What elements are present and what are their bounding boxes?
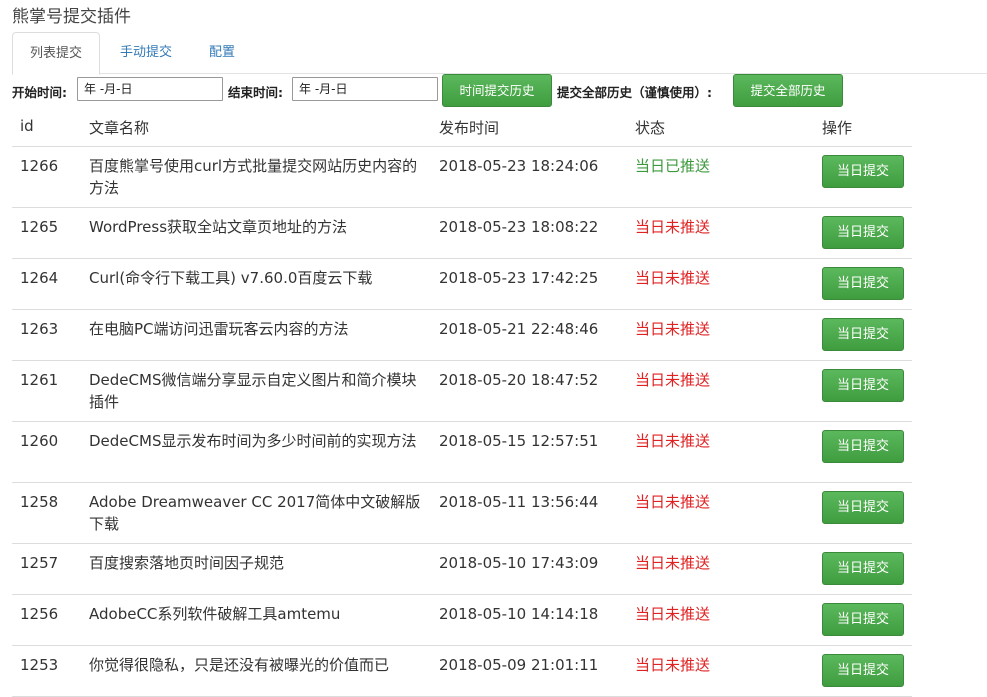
- row-title: 百度搜索落地页时间因子规范: [89, 554, 285, 572]
- submit-today-button[interactable]: 当日提交: [822, 430, 904, 463]
- page-title: 熊掌号提交插件: [12, 7, 131, 27]
- row-time: 2018-05-23 18:24:06: [439, 157, 599, 175]
- tab-list-submit[interactable]: 列表提交: [12, 32, 100, 75]
- row-title: AdobeCC系列软件破解工具amtemu: [89, 605, 341, 623]
- row-status: 当日未推送: [635, 269, 711, 287]
- submit-today-button[interactable]: 当日提交: [822, 369, 904, 402]
- header-status: 状态: [635, 119, 666, 137]
- table-row: 1265 WordPress获取全站文章页地址的方法 2018-05-23 18…: [12, 208, 912, 259]
- row-id: 1253: [20, 656, 59, 674]
- filter-bar: 开始时间: 年 -月-日 结束时间: 年 -月-日 时间提交历史 提交全部历史（…: [12, 73, 987, 109]
- row-status: 当日未推送: [635, 656, 711, 674]
- submit-today-button[interactable]: 当日提交: [822, 603, 904, 636]
- submit-today-button[interactable]: 当日提交: [822, 491, 904, 524]
- row-title: DedeCMS显示发布时间为多少时间前的实现方法: [89, 432, 417, 450]
- row-time: 2018-05-10 17:43:09: [439, 554, 599, 572]
- submit-today-button[interactable]: 当日提交: [822, 654, 904, 687]
- tab-manual-submit[interactable]: 手动提交: [106, 32, 186, 73]
- row-time: 2018-05-15 12:57:51: [439, 432, 599, 450]
- header-time: 发布时间: [439, 119, 500, 137]
- row-status: 当日未推送: [635, 493, 711, 511]
- submit-all-history-button[interactable]: 提交全部历史: [733, 74, 843, 107]
- tab-bar: 列表提交 手动提交 配置: [12, 32, 987, 75]
- header-title: 文章名称: [89, 119, 150, 137]
- time-submit-history-button[interactable]: 时间提交历史: [442, 74, 552, 107]
- row-time: 2018-05-10 14:14:18: [439, 605, 599, 623]
- row-time: 2018-05-09 21:01:11: [439, 656, 599, 674]
- submit-today-button[interactable]: 当日提交: [822, 318, 904, 351]
- row-title: WordPress获取全站文章页地址的方法: [89, 218, 348, 236]
- row-title: Curl(命令行下载工具) v7.60.0百度云下载: [89, 269, 373, 287]
- submit-today-button[interactable]: 当日提交: [822, 552, 904, 585]
- row-time: 2018-05-23 17:42:25: [439, 269, 599, 287]
- header-action: 操作: [822, 119, 853, 137]
- table-row: 1263 在电脑PC端访问迅雷玩客云内容的方法 2018-05-21 22:48…: [12, 310, 912, 361]
- row-id: 1261: [20, 371, 59, 389]
- row-id: 1266: [20, 157, 59, 175]
- submit-today-button[interactable]: 当日提交: [822, 216, 904, 249]
- row-time: 2018-05-20 18:47:52: [439, 371, 599, 389]
- row-id: 1257: [20, 554, 59, 572]
- row-status: 当日已推送: [635, 157, 711, 175]
- row-status: 当日未推送: [635, 320, 711, 338]
- row-id: 1265: [20, 218, 59, 236]
- header-id: id: [20, 117, 34, 135]
- row-id: 1264: [20, 269, 59, 287]
- submit-today-button[interactable]: 当日提交: [822, 267, 904, 300]
- table-row: 1256 AdobeCC系列软件破解工具amtemu 2018-05-10 14…: [12, 595, 912, 646]
- end-time-label: 结束时间:: [228, 85, 283, 100]
- row-status: 当日未推送: [635, 371, 711, 389]
- table-row: 1258 Adobe Dreamweaver CC 2017简体中文破解版下载 …: [12, 483, 912, 544]
- row-status: 当日未推送: [635, 218, 711, 236]
- table-row: 1260 DedeCMS显示发布时间为多少时间前的实现方法 2018-05-15…: [12, 422, 912, 483]
- row-title: 在电脑PC端访问迅雷玩客云内容的方法: [89, 320, 349, 338]
- row-time: 2018-05-21 22:48:46: [439, 320, 599, 338]
- table-row: 1264 Curl(命令行下载工具) v7.60.0百度云下载 2018-05-…: [12, 259, 912, 310]
- row-time: 2018-05-23 18:08:22: [439, 218, 599, 236]
- start-date-input[interactable]: 年 -月-日: [77, 77, 223, 101]
- end-date-input[interactable]: 年 -月-日: [292, 77, 438, 101]
- row-title: DedeCMS微信端分享显示自定义图片和简介模块插件: [89, 371, 417, 411]
- table-row: 1253 你觉得很隐私，只是还没有被曝光的价值而已 2018-05-09 21:…: [12, 646, 912, 697]
- table-row: 1261 DedeCMS微信端分享显示自定义图片和简介模块插件 2018-05-…: [12, 361, 912, 422]
- submit-today-button[interactable]: 当日提交: [822, 155, 904, 188]
- row-status: 当日未推送: [635, 432, 711, 450]
- tab-settings[interactable]: 配置: [196, 32, 248, 73]
- submit-all-label: 提交全部历史（谨慎使用）:: [557, 85, 712, 100]
- row-id: 1260: [20, 432, 59, 450]
- start-time-label: 开始时间:: [12, 85, 67, 100]
- table-row: 1257 百度搜索落地页时间因子规范 2018-05-10 17:43:09 当…: [12, 544, 912, 595]
- row-title: 百度熊掌号使用curl方式批量提交网站历史内容的方法: [89, 157, 418, 197]
- table-header: id 文章名称 发布时间 状态 操作: [12, 109, 912, 147]
- table-row: 1266 百度熊掌号使用curl方式批量提交网站历史内容的方法 2018-05-…: [12, 147, 912, 208]
- row-status: 当日未推送: [635, 554, 711, 572]
- row-status: 当日未推送: [635, 605, 711, 623]
- row-title: Adobe Dreamweaver CC 2017简体中文破解版下载: [89, 493, 421, 533]
- articles-table: id 文章名称 发布时间 状态 操作 1266 百度熊掌号使用curl方式批量提…: [12, 109, 912, 697]
- row-id: 1258: [20, 493, 59, 511]
- row-id: 1263: [20, 320, 59, 338]
- row-title: 你觉得很隐私，只是还没有被曝光的价值而已: [89, 656, 390, 674]
- row-id: 1256: [20, 605, 59, 623]
- row-time: 2018-05-11 13:56:44: [439, 493, 599, 511]
